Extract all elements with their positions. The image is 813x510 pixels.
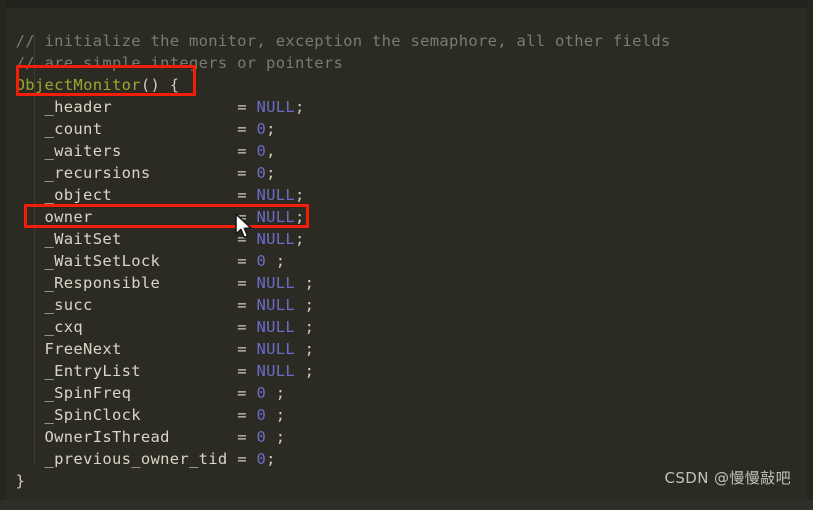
window-frame-left — [0, 0, 6, 510]
field-assignment-EntryList[interactable]: _EntryList = NULL ; — [6, 360, 807, 382]
window-frame-right — [807, 0, 813, 510]
constructor-signature-line[interactable]: ObjectMonitor() { — [6, 74, 807, 96]
field-assignment-FreeNext[interactable]: FreeNext = NULL ; — [6, 338, 807, 360]
field-assignment-object[interactable]: _object = NULL; — [6, 184, 807, 206]
field-assignment-recursions[interactable]: _recursions = 0; — [6, 162, 807, 184]
field-assignment-waiters[interactable]: _waiters = 0, — [6, 140, 807, 162]
field-assignment-SpinClock[interactable]: _SpinClock = 0 ; — [6, 404, 807, 426]
code-block[interactable]: // initialize the monitor, exception the… — [6, 8, 807, 492]
field-assignment-owner[interactable]: owner = NULL; — [6, 206, 807, 228]
field-assignment-SpinFreq[interactable]: _SpinFreq = 0 ; — [6, 382, 807, 404]
code-editor-surface[interactable]: // initialize the monitor, exception the… — [6, 8, 807, 500]
screenshot-root: // initialize the monitor, exception the… — [0, 0, 813, 510]
code-line-blank-top[interactable] — [6, 8, 807, 30]
field-assignment-cxq[interactable]: _cxq = NULL ; — [6, 316, 807, 338]
comment-line-1[interactable]: // initialize the monitor, exception the… — [6, 30, 807, 52]
field-assignment-Responsible[interactable]: _Responsible = NULL ; — [6, 272, 807, 294]
comment-line-2[interactable]: // are simple integers or pointers — [6, 52, 807, 74]
field-assignment-OwnerIsThread[interactable]: OwnerIsThread = 0 ; — [6, 426, 807, 448]
field-assignment-header[interactable]: _header = NULL; — [6, 96, 807, 118]
csdn-watermark: CSDN @慢慢敲吧 — [664, 469, 791, 487]
field-assignment-succ[interactable]: _succ = NULL ; — [6, 294, 807, 316]
window-frame-bottom — [0, 500, 813, 510]
window-frame-top — [0, 0, 813, 8]
field-assignment-WaitSetLock[interactable]: _WaitSetLock = 0 ; — [6, 250, 807, 272]
field-assignment-count[interactable]: _count = 0; — [6, 118, 807, 140]
field-assignment-WaitSet[interactable]: _WaitSet = NULL; — [6, 228, 807, 250]
